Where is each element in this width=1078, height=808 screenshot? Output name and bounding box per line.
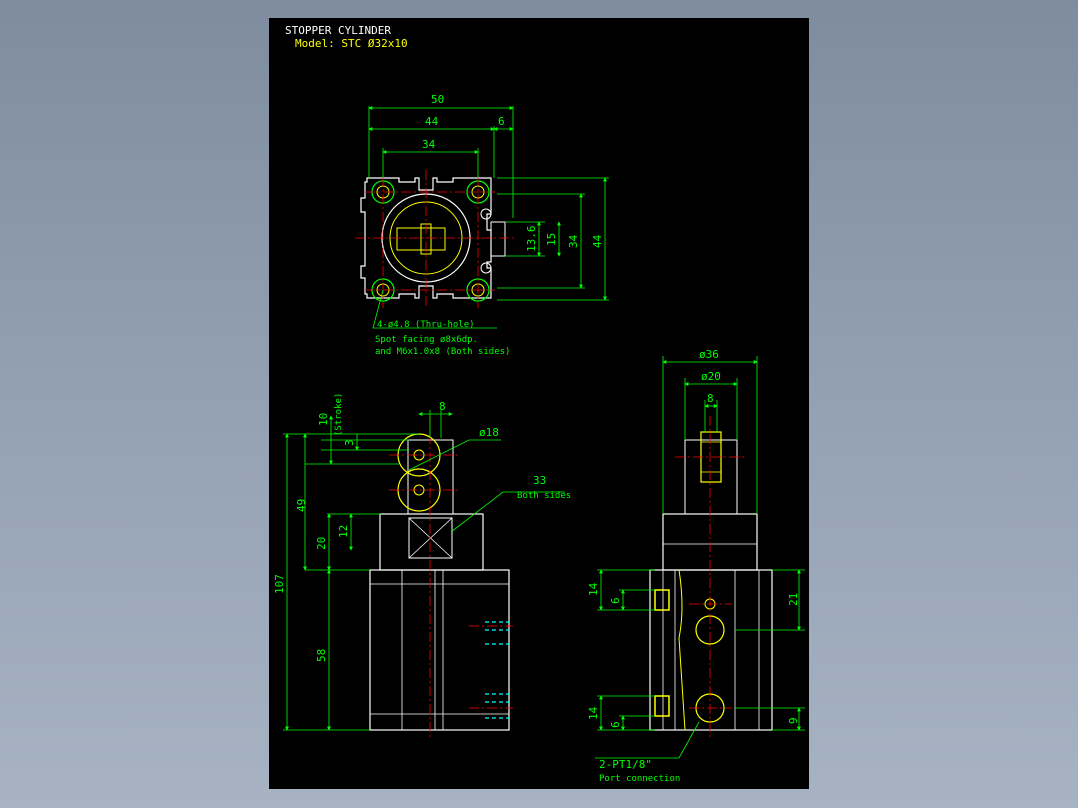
dim-6-bot-label: 6 (609, 721, 622, 728)
front-hidden-ports (485, 621, 509, 719)
side-port-bottom (654, 695, 670, 717)
dim-58-label: 58 (315, 649, 328, 662)
dim-3-label: 3 (343, 439, 356, 446)
drawing-viewer: STOPPER CYLINDER Model: STC Ø32x10 50 44… (0, 0, 1078, 808)
dim-body-dia-label: ø36 (699, 348, 719, 361)
dim-13-6-label: 13.6 (525, 226, 538, 253)
note-thread: and M6x1.0x8 (Both sides) (375, 347, 510, 357)
dim-21-label: 21 (787, 593, 800, 606)
note-port-sub: Port connection (599, 774, 680, 784)
side-view: ø36 ø20 8 14 6 21 14 6 9 2-PT1/8" Port c… (587, 348, 805, 784)
dim-34-label: 34 (422, 138, 436, 151)
dim-9-label: 9 (787, 717, 800, 724)
dim-6-top-label: 6 (609, 597, 622, 604)
note-both-sides: Both sides (517, 491, 571, 501)
dim-8-side-label: 8 (707, 392, 714, 405)
front-view: 10 (Stroke) 3 8 ø18 33 Both sides 49 12 … (273, 393, 571, 740)
dim-12-label: 12 (337, 525, 350, 538)
dim-33-label: 33 (533, 474, 546, 487)
dim-8-label: 8 (439, 400, 446, 413)
top-dimensions (368, 106, 609, 329)
side-boss (490, 221, 506, 257)
side-bracket (684, 439, 738, 515)
dim-107-label: 107 (273, 574, 286, 594)
top-centerlines (355, 170, 517, 308)
dim-44-side-label: 44 (591, 234, 604, 248)
dim-6-label: 6 (498, 115, 505, 128)
dim-20-label: 20 (315, 537, 328, 550)
dim-stroke-label: 10 (317, 413, 330, 426)
dim-14-bot-label: 14 (587, 706, 600, 720)
dim-50-label: 50 (431, 93, 444, 106)
cad-drawing: STOPPER CYLINDER Model: STC Ø32x10 50 44… (273, 24, 805, 784)
dim-15-label: 15 (545, 233, 558, 246)
drawing-sheet[interactable]: STOPPER CYLINDER Model: STC Ø32x10 50 44… (269, 18, 809, 789)
top-view: 50 44 6 34 13.6 15 34 44 4-ø4.8 (Thru-ho… (355, 93, 609, 357)
model-label: Model: STC Ø32x10 (295, 37, 408, 50)
note-holes: 4-ø4.8 (Thru-hole) (377, 320, 475, 330)
dim-rod-dia-label: ø20 (701, 370, 721, 383)
front-body (369, 569, 510, 731)
front-rod-block (379, 513, 484, 571)
dim-49-label: 49 (295, 499, 308, 512)
dim-34-side-label: 34 (567, 234, 580, 248)
dim-44-label: 44 (425, 115, 439, 128)
dim-roller-label: ø18 (479, 426, 499, 439)
note-spot-facing: Spot facing ø8x6dp. (375, 335, 478, 345)
note-port: 2-PT1/8" (599, 758, 652, 771)
dim-14-top-label: 14 (587, 582, 600, 596)
dim-stroke-note: (Stroke) (334, 393, 344, 436)
side-port-top (654, 589, 670, 611)
side-centerlines (675, 416, 747, 740)
drawing-title: STOPPER CYLINDER (285, 24, 391, 37)
